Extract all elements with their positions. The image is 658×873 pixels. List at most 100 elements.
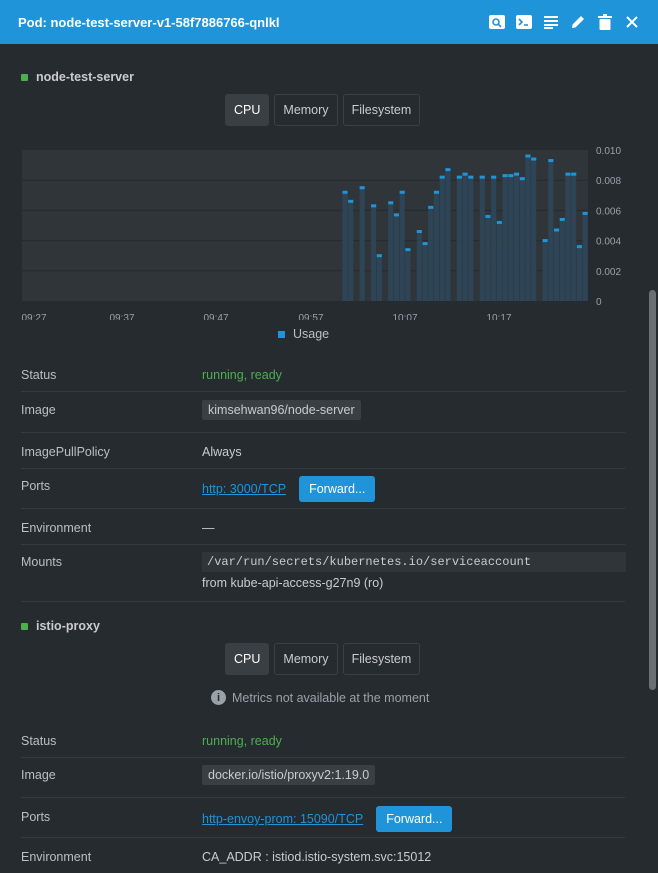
mounts-label: Mounts <box>21 555 62 569</box>
status-label: Status <box>21 734 57 748</box>
usage-bar-cap <box>582 211 588 215</box>
ports-label: Ports <box>21 479 51 493</box>
window-title: Pod: node-test-server-v1-58f7886766-qnlk… <box>18 14 280 30</box>
x-tick-label: 09:37 <box>109 313 134 320</box>
search-logs-icon[interactable] <box>488 14 505 31</box>
logs-icon[interactable] <box>542 14 559 31</box>
usage-bar <box>496 220 502 301</box>
edit-icon[interactable] <box>569 14 586 31</box>
usage-bar <box>348 199 354 301</box>
tab-memory[interactable]: Memory <box>274 94 338 126</box>
image-row: Image kimsehwan96/node-server <box>21 392 625 433</box>
usage-bar-cap <box>359 186 365 190</box>
usage-bar <box>479 175 485 301</box>
y-tick-label: 0.006 <box>596 206 621 217</box>
usage-bar <box>491 175 497 301</box>
usage-bar-cap <box>525 154 531 158</box>
y-tick-label: 0 <box>596 297 602 308</box>
legend-label: Usage <box>293 327 330 341</box>
usage-bar-cap <box>513 172 520 176</box>
usage-bar-cap <box>468 175 474 179</box>
image-label: Image <box>21 768 56 782</box>
usage-bar-cap <box>405 248 411 252</box>
environment-value: CA_ADDR : istiod.istio-system.svc:15012 <box>202 850 432 864</box>
x-tick-label: 09:47 <box>203 313 228 320</box>
forward-button[interactable]: Forward... <box>299 476 376 502</box>
delete-icon[interactable] <box>596 14 613 31</box>
cpu-usage-chart: 0.010 0.008 0.006 0.004 0.002 0 09:27 09:37 09:4… <box>21 146 621 320</box>
status-dot-icon <box>21 73 28 81</box>
usage-bar <box>405 248 411 301</box>
usage-bar <box>502 174 508 301</box>
usage-bar <box>388 201 394 301</box>
x-tick-label: 09:27 <box>21 313 46 320</box>
status-value: running, ready <box>202 734 282 748</box>
usage-bar-cap <box>456 175 462 179</box>
usage-bar <box>519 177 525 301</box>
x-tick-label: 10:17 <box>486 313 511 320</box>
terminal-icon[interactable] <box>515 14 532 31</box>
tab-cpu[interactable]: CPU <box>225 643 270 675</box>
tab-filesystem[interactable]: Filesystem <box>342 94 421 126</box>
usage-bar-cap <box>576 245 582 249</box>
usage-bar-cap <box>433 190 440 194</box>
usage-bar <box>445 168 451 301</box>
status-label: Status <box>21 368 57 382</box>
status-row: Status running, ready <box>21 723 625 758</box>
usage-bar <box>433 190 440 301</box>
status-row: Status running, ready <box>21 356 625 392</box>
usage-bar-cap <box>428 205 434 209</box>
ports-row: Ports http-envoy-prom: 15090/TCP Forward… <box>21 798 625 838</box>
status-dot-icon <box>21 622 28 630</box>
pull-policy-value: Always <box>202 445 242 459</box>
tab-cpu[interactable]: CPU <box>225 94 270 126</box>
titlebar-actions <box>488 14 658 31</box>
metrics-tabs: CPU Memory Filesystem <box>225 94 421 126</box>
y-tick-label: 0.010 <box>596 146 621 157</box>
image-value: docker.io/istio/proxyv2:1.19.0 <box>202 765 376 785</box>
forward-button[interactable]: Forward... <box>376 806 453 832</box>
usage-bar <box>422 242 428 301</box>
port-link[interactable]: http: 3000/TCP <box>202 482 286 496</box>
ports-row: Ports http: 3000/TCP Forward... <box>21 469 625 509</box>
usage-bar-cap <box>485 214 491 218</box>
usage-bar <box>468 175 474 301</box>
usage-bar <box>359 186 365 301</box>
usage-bar <box>565 172 571 301</box>
y-tick-label: 0.004 <box>596 237 621 248</box>
legend-swatch <box>278 330 285 338</box>
tab-filesystem[interactable]: Filesystem <box>342 643 421 675</box>
usage-bar-cap <box>571 172 577 176</box>
usage-bar <box>393 213 400 301</box>
scrollbar[interactable] <box>649 290 656 690</box>
image-row: Image docker.io/istio/proxyv2:1.19.0 <box>21 758 625 798</box>
image-label: Image <box>21 403 56 417</box>
usage-bar <box>513 172 520 301</box>
usage-bar <box>559 217 565 301</box>
usage-bar <box>485 214 491 301</box>
container-title: istio-proxy <box>21 619 100 633</box>
usage-bar-cap <box>559 217 565 221</box>
container-name: node-test-server <box>36 70 134 84</box>
mount-path: /var/run/secrets/kubernetes.io/serviceac… <box>202 552 626 572</box>
mounts-row: Mounts /var/run/secrets/kubernetes.io/se… <box>21 545 626 602</box>
usage-bar <box>553 228 560 301</box>
pull-policy-label: ImagePullPolicy <box>21 445 110 459</box>
chart-legend: Usage <box>278 327 329 341</box>
usage-bar <box>571 172 577 301</box>
usage-bar-cap <box>491 175 497 179</box>
usage-bar <box>542 239 548 301</box>
usage-bar-cap <box>388 201 394 205</box>
tab-memory[interactable]: Memory <box>274 643 338 675</box>
usage-bar-cap <box>553 228 560 232</box>
usage-bar-cap <box>502 174 508 178</box>
usage-bar <box>416 230 422 301</box>
port-link[interactable]: http-envoy-prom: 15090/TCP <box>202 812 363 826</box>
usage-bar-cap <box>416 230 422 234</box>
usage-bar-cap <box>439 175 445 179</box>
usage-bar <box>508 174 514 301</box>
close-icon[interactable] <box>623 14 640 31</box>
usage-bar <box>342 190 348 301</box>
usage-bar <box>462 172 468 301</box>
usage-bar <box>428 205 434 301</box>
